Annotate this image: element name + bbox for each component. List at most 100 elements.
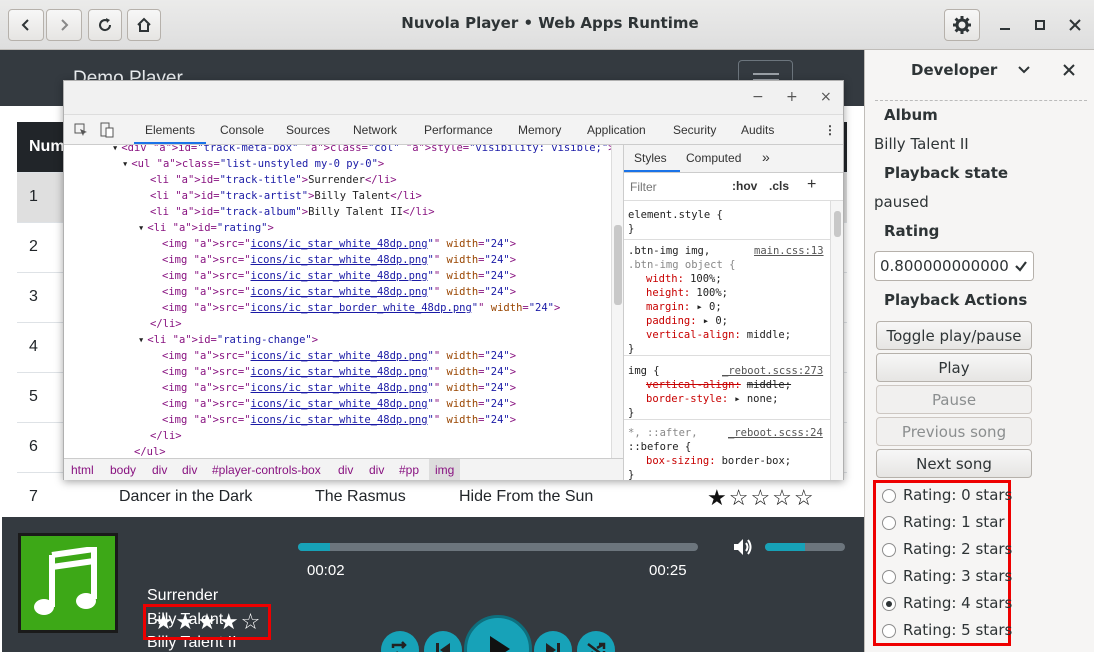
dom-node[interactable]: </li> [150, 318, 182, 330]
styles-scrollbar[interactable] [830, 201, 843, 480]
next-song-button[interactable]: Next song [876, 449, 1032, 478]
crumb-selected[interactable]: img [429, 459, 461, 480]
dom-node[interactable]: </ul> [134, 446, 166, 458]
dom-node[interactable]: ▾ <li "a">id="rating"> [138, 222, 274, 234]
radio-indicator[interactable] [882, 624, 896, 638]
scroll-thumb[interactable] [834, 211, 841, 237]
tab-performance[interactable]: Performance [424, 123, 493, 137]
play-button[interactable]: Play [876, 353, 1032, 382]
dom-node[interactable]: <img "a">src="icons/ic_star_white_48dp.p… [162, 270, 516, 282]
dom-node[interactable]: <img "a">src="icons/ic_star_white_48dp.p… [162, 350, 516, 362]
row-rating-stars[interactable]: ★☆☆☆☆ [707, 485, 816, 511]
maximize-icon [1035, 20, 1045, 30]
dom-node[interactable]: <img "a">src="icons/ic_star_white_48dp.p… [162, 414, 516, 426]
dom-node[interactable]: </li> [150, 430, 182, 442]
tab-audits[interactable]: Audits [741, 123, 774, 137]
previous-song-button[interactable]: Previous song [876, 417, 1032, 446]
tab-security[interactable]: Security [673, 123, 716, 137]
radio-indicator[interactable] [882, 516, 896, 530]
inspect-icon[interactable] [74, 123, 88, 137]
crumb[interactable]: div [182, 463, 197, 477]
dom-node[interactable]: <img "a">src="icons/ic_star_white_48dp.p… [162, 398, 516, 410]
chevron-down-icon[interactable] [1017, 63, 1031, 77]
progress-bar[interactable] [298, 543, 698, 551]
tab-network[interactable]: Network [353, 123, 397, 137]
devtools-minimize-icon[interactable]: − [752, 89, 764, 105]
star-icon[interactable]: ★ [197, 610, 217, 635]
dom-node[interactable]: <img "a">src="icons/ic_star_border_white… [162, 302, 560, 314]
dom-node[interactable]: <li "a">id="track-album">Billy Talent II… [150, 206, 435, 218]
hov-button[interactable]: :hov [732, 179, 757, 193]
rating-input[interactable]: 0.8000000000000 [874, 251, 1034, 281]
css-value: ▸ 0; [702, 315, 728, 327]
crumb[interactable]: div [369, 463, 384, 477]
home-button[interactable] [127, 9, 161, 41]
more-tabs-icon[interactable]: » [762, 149, 770, 165]
toggle-play-pause-button[interactable]: Toggle play/pause [876, 321, 1032, 350]
scroll-thumb[interactable] [614, 225, 622, 305]
tab-styles[interactable]: Styles [634, 151, 667, 165]
radio-indicator[interactable] [882, 570, 896, 584]
shuffle-button[interactable] [577, 631, 615, 652]
forward-button[interactable] [46, 9, 82, 41]
maximize-button[interactable] [1029, 14, 1051, 36]
dom-node[interactable]: ▾ <div "a">id="track-meta-box" "a">class=… [112, 145, 611, 154]
close-sidebar-icon[interactable] [1063, 64, 1075, 76]
more-options-icon[interactable]: ⋮ [824, 123, 836, 137]
star-icon[interactable]: ★ [219, 610, 239, 635]
dom-node[interactable]: <img "a">src="icons/ic_star_white_48dp.p… [162, 254, 516, 266]
crumb[interactable]: html [71, 463, 94, 477]
crumb[interactable]: #player-controls-box [212, 463, 321, 477]
row-artist: The Rasmus [315, 488, 406, 505]
cls-button[interactable]: .cls [769, 179, 789, 193]
filter-input[interactable] [628, 177, 720, 197]
dom-node[interactable]: ▾ <ul "a">class="list-unstyled my-0 py-0"… [122, 158, 384, 170]
tab-sources[interactable]: Sources [286, 123, 330, 137]
tab-application[interactable]: Application [587, 123, 646, 137]
play-pause-button[interactable] [464, 615, 532, 652]
back-button[interactable] [8, 9, 44, 41]
device-toolbar-icon[interactable] [100, 122, 114, 138]
star-icon[interactable]: ★ [175, 610, 195, 635]
dom-node[interactable]: <li "a">id="track-title">Surrender</li> [150, 174, 397, 186]
radio-indicator[interactable] [882, 597, 896, 611]
next-button[interactable] [534, 631, 572, 652]
minimize-button[interactable] [994, 14, 1016, 36]
rating-stars[interactable]: ★ ★ ★ ★ ☆ [143, 604, 271, 640]
dom-node[interactable]: <li "a">id="track-artist">Billy Talent</… [150, 190, 422, 202]
crumb[interactable]: div [338, 463, 353, 477]
tab-memory[interactable]: Memory [518, 123, 561, 137]
repeat-button[interactable] [381, 631, 419, 652]
close-button[interactable] [1064, 14, 1086, 36]
devtools-close-icon[interactable]: × [820, 89, 832, 105]
radio-indicator[interactable] [882, 543, 896, 557]
crumb[interactable]: body [110, 463, 136, 477]
pause-button[interactable]: Pause [876, 385, 1032, 414]
dom-node[interactable]: ▾ <li "a">id="rating-change"> [138, 334, 318, 346]
star-icon[interactable]: ★ [154, 610, 174, 635]
devtools-maximize-icon[interactable]: + [786, 89, 798, 105]
tab-computed[interactable]: Computed [686, 151, 741, 165]
previous-button[interactable] [424, 631, 462, 652]
dom-node[interactable]: <img "a">src="icons/ic_star_white_48dp.p… [162, 382, 516, 394]
elapsed-time: 00:02 [307, 562, 345, 579]
dom-scrollbar[interactable] [611, 145, 623, 458]
dom-node[interactable]: <img "a">src="icons/ic_star_white_48dp.p… [162, 366, 516, 378]
crumb[interactable]: #pp [399, 463, 419, 477]
crumb[interactable]: div [152, 463, 167, 477]
dom-node[interactable]: <img "a">src="icons/ic_star_white_48dp.p… [162, 286, 516, 298]
volume-button[interactable] [732, 537, 754, 561]
tab-console[interactable]: Console [220, 123, 264, 137]
tab-elements[interactable]: Elements [145, 123, 195, 137]
radio-indicator[interactable] [882, 489, 896, 503]
add-rule-icon[interactable]: + [807, 176, 816, 194]
apply-rating-button[interactable] [1009, 252, 1033, 280]
star-border-icon[interactable]: ☆ [241, 610, 261, 635]
dom-node[interactable]: <img "a">src="icons/ic_star_white_48dp.p… [162, 238, 516, 250]
dom-tree[interactable]: ▾ <div "a">id="track-meta-box" "a">class=… [64, 145, 611, 458]
reload-button[interactable] [88, 9, 122, 41]
settings-button[interactable] [944, 9, 980, 41]
play-icon [490, 636, 510, 652]
volume-bar[interactable] [765, 543, 845, 551]
dom-breadcrumb: html body div div #player-controls-box d… [64, 458, 623, 480]
